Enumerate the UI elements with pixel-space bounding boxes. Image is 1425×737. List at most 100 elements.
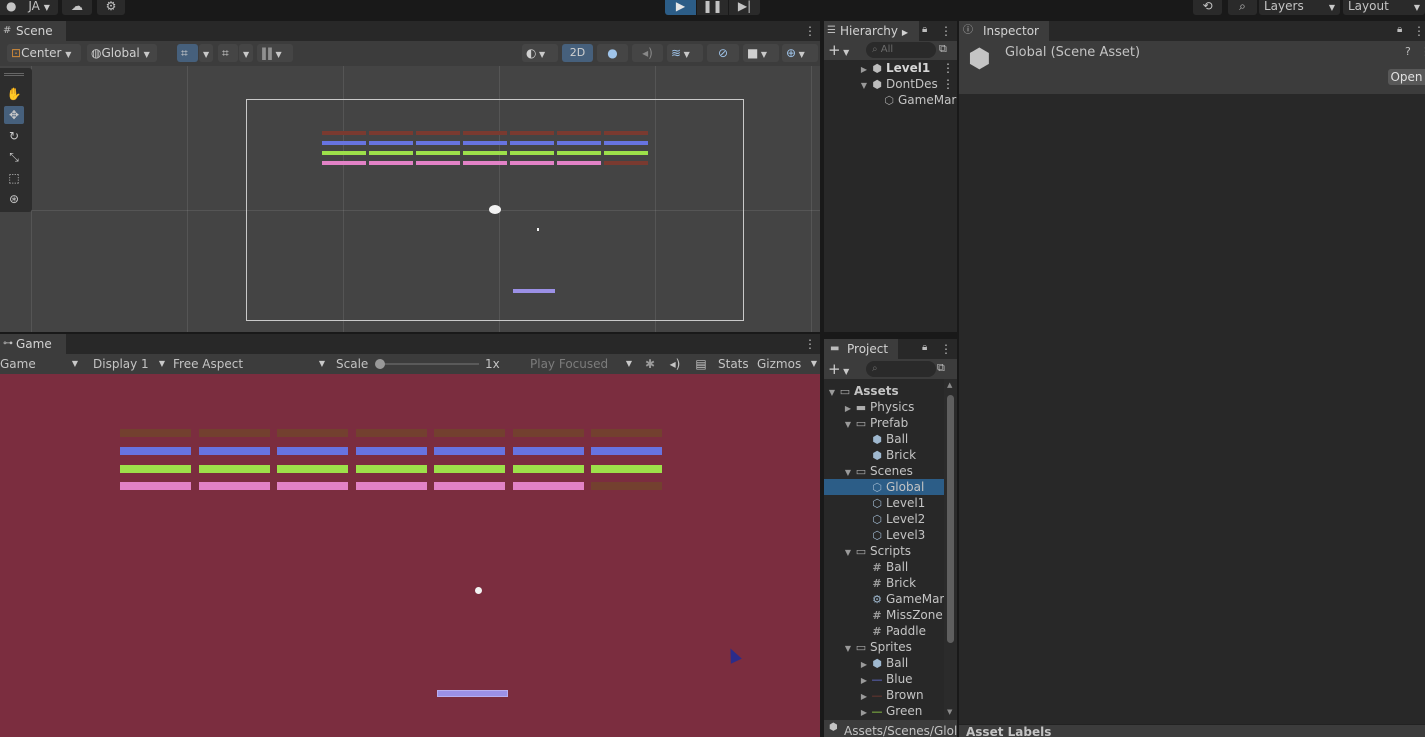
project-item[interactable]: ▼ ▭ Sprites [824, 639, 944, 655]
move-tool-icon[interactable]: ✥ [4, 106, 24, 124]
project-item[interactable]: # Brick [824, 575, 944, 591]
tab-project[interactable]: ▬ Project [824, 339, 898, 359]
pause-button[interactable]: ❚❚ [697, 0, 728, 15]
ruler-button[interactable]: ‖‖ ▼ [257, 44, 293, 62]
project-item[interactable]: ▶ — Green [824, 703, 944, 719]
scale-tool-icon[interactable]: ⤡ [4, 148, 24, 166]
project-item[interactable]: ▶ ▬ Physics [824, 399, 944, 415]
pivot-dropdown[interactable]: ⊡Center ▼ [7, 44, 81, 62]
lighting-toggle[interactable]: ● [597, 44, 628, 62]
layout-dropdown[interactable]: Layout ▼ [1343, 0, 1425, 15]
stats-button[interactable]: Stats [718, 355, 749, 373]
mute-audio-button[interactable]: ◂) [665, 355, 685, 373]
services-button[interactable]: ⚙ [97, 0, 125, 15]
effects-dropdown[interactable]: ≋ ▼ [667, 44, 703, 62]
tab-inspector[interactable]: ⓘ Inspector [959, 21, 1049, 41]
scroll-down-icon[interactable]: ▼ [947, 708, 952, 716]
project-item[interactable]: ⬡ Level2 [824, 511, 944, 527]
project-item[interactable]: ⬡ Global [824, 479, 944, 495]
visibility-toggle[interactable]: ⊘ [707, 44, 739, 62]
lock-icon[interactable]: 🔒︎ [1397, 24, 1402, 35]
grid-snap-button[interactable]: ⌗ [177, 44, 198, 62]
cloud-button[interactable]: ☁ [62, 0, 92, 15]
layers-dropdown[interactable]: Layers ▼ [1259, 0, 1340, 15]
hand-tool-icon[interactable]: ✋ [4, 85, 24, 103]
project-scrollbar[interactable]: ▲ ▼ [944, 379, 957, 720]
project-item[interactable]: ▼ ▭ Scripts [824, 543, 944, 559]
hierarchy-menu-icon[interactable]: ⋮ [940, 24, 952, 38]
asset-labels-bar[interactable]: Asset Labels [959, 724, 1425, 737]
rect-tool-icon[interactable]: ⬚ [4, 169, 24, 187]
project-item[interactable]: ▼ ▭ Assets [824, 383, 944, 399]
project-menu-icon[interactable]: ⋮ [940, 342, 952, 356]
hierarchy-item-level1[interactable]: ▶ ⬢ Level1 ⋮ [858, 60, 957, 76]
tab-hierarchy[interactable]: ☰ Hierarchy ▶ [824, 21, 919, 41]
mode-2d-toggle[interactable]: 2D [562, 44, 593, 62]
scene-menu-icon[interactable]: ⋮ [804, 24, 816, 38]
item-menu-icon[interactable]: ⋮ [942, 60, 954, 76]
project-item[interactable]: ⬡ Level1 [824, 495, 944, 511]
display-dropdown[interactable]: Display 1 ▼ [93, 355, 165, 373]
project-item[interactable]: ⬡ Level3 [824, 527, 944, 543]
audio-toggle[interactable]: ◂) [632, 44, 663, 62]
snap-increment-button[interactable]: ⌗ [218, 44, 238, 62]
scale-slider[interactable] [375, 358, 480, 370]
project-item[interactable]: ⬢ Ball [824, 431, 944, 447]
snap-increment-dropdown[interactable]: ▼ [239, 44, 253, 62]
view-dropdown[interactable]: Game ▼ [0, 355, 82, 373]
item-menu-icon[interactable]: ⋮ [942, 76, 954, 92]
project-item[interactable]: ⬢ Brick [824, 447, 944, 463]
aspect-dropdown[interactable]: Free Aspect ▼ [173, 355, 327, 373]
account-button[interactable]: ● JA ▼ [0, 0, 58, 15]
play-focus-dropdown[interactable]: Play Focused ▼ [530, 355, 634, 373]
open-button[interactable]: Open [1388, 69, 1425, 85]
scroll-up-icon[interactable]: ▲ [947, 381, 952, 389]
keyboard-button[interactable]: ▤ [691, 355, 711, 373]
draw-mode-dropdown[interactable]: ◐ ▼ [522, 44, 558, 62]
lock-icon[interactable]: 🔒︎ [922, 342, 927, 353]
project-item[interactable]: # MissZone [824, 607, 944, 623]
scene-paddle[interactable] [513, 289, 555, 293]
project-item[interactable]: ▶ ⬢ Ball [824, 655, 944, 671]
scene-ball[interactable] [489, 205, 501, 214]
tab-scene[interactable]: # Scene [0, 21, 66, 41]
project-item[interactable]: ▶ — Brown [824, 687, 944, 703]
undo-history-button[interactable]: ⟲ [1193, 0, 1222, 15]
project-item[interactable]: ▼ ▭ Prefab [824, 415, 944, 431]
project-item[interactable]: # Paddle [824, 623, 944, 639]
game-menu-icon[interactable]: ⋮ [804, 337, 816, 351]
inspector-menu-dots-icon[interactable]: ⋮ [1420, 45, 1425, 58]
help-icon[interactable]: ? [1405, 45, 1411, 58]
tab-game[interactable]: ⊶ Game [0, 334, 66, 354]
gizmos-dropdown[interactable]: ⊕ ▼ [782, 44, 818, 62]
inspector-menu-icon[interactable]: ⋮ [1413, 24, 1425, 38]
frame-debugger-button[interactable]: ✱ [640, 355, 660, 373]
project-item[interactable]: ⚙ GameMan [824, 591, 947, 607]
scrollbar-thumb[interactable] [947, 395, 954, 643]
search-button[interactable]: ⌕ [1228, 0, 1257, 15]
project-create-dropdown[interactable]: + ▼ [828, 360, 856, 378]
scale-slider-thumb[interactable] [375, 359, 385, 369]
project-item[interactable]: ▼ ▭ Scenes [824, 463, 944, 479]
transform-tool-icon[interactable]: ⊛ [4, 190, 24, 208]
hierarchy-search-input[interactable]: ⌕ All [866, 42, 936, 58]
create-dropdown[interactable]: + ▼ [828, 41, 856, 59]
play-button[interactable]: ▶ [665, 0, 696, 15]
search-by-type-icon[interactable]: ⧉ [937, 361, 945, 375]
tool-strip-handle[interactable] [4, 73, 24, 76]
lock-icon[interactable]: 🔒︎ [922, 24, 927, 35]
game-viewport[interactable] [0, 374, 820, 737]
project-item[interactable]: ▶ — Blue [824, 671, 944, 687]
hierarchy-item-gamemanager[interactable]: ⬡ GameMar [882, 92, 957, 108]
scene-visibility-icon[interactable]: ⧉ [939, 42, 947, 56]
step-button[interactable]: ▶| [729, 0, 760, 15]
camera-dropdown[interactable]: ■ ▼ [743, 44, 779, 62]
scene-viewport[interactable] [0, 66, 820, 332]
project-item[interactable]: # Ball [824, 559, 944, 575]
space-dropdown[interactable]: ◍Global ▼ [87, 44, 157, 62]
game-gizmos-dropdown[interactable]: Gizmos ▼ [757, 355, 819, 373]
grid-snap-dropdown[interactable]: ▼ [199, 44, 213, 62]
hierarchy-item-dontdestroy[interactable]: ▼ ⬢ DontDes ⋮ [858, 76, 957, 92]
project-search-input[interactable]: ⌕ [866, 361, 936, 377]
rotate-tool-icon[interactable]: ↻ [4, 127, 24, 145]
